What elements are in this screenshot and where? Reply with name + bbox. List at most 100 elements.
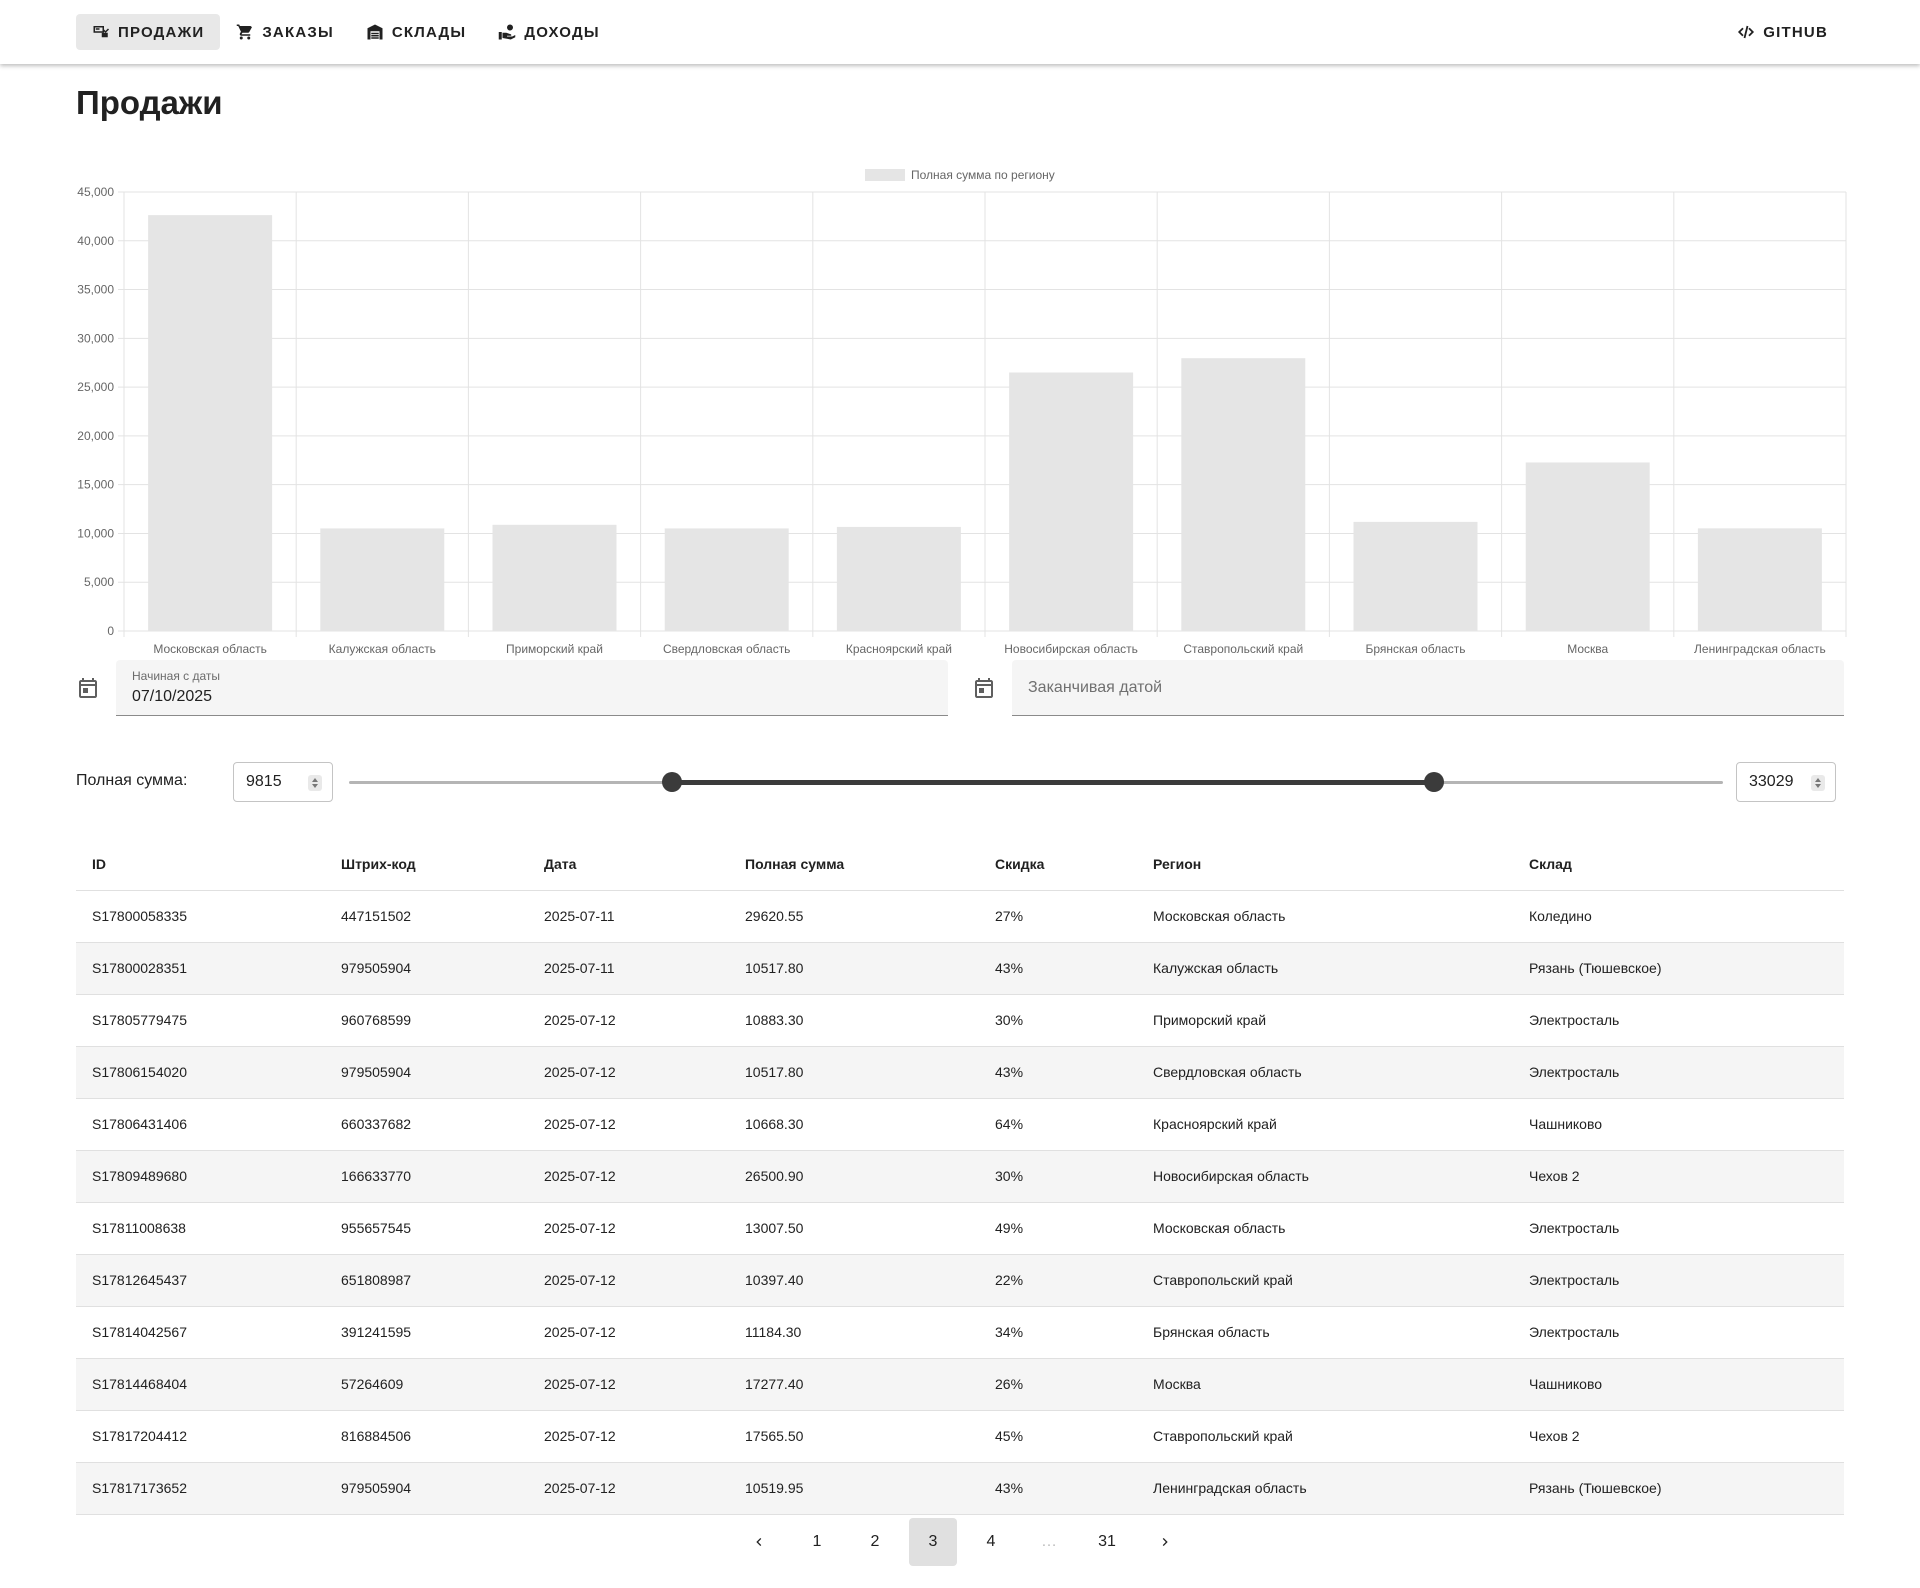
- page-button[interactable]: 2: [851, 1518, 899, 1566]
- cell-discount: 30%: [979, 1150, 1137, 1203]
- cell-discount: 27%: [979, 890, 1137, 943]
- date-filters: Начиная с даты 07/10/2025 Заканчивая дат…: [76, 660, 1844, 716]
- tab-warehouses[interactable]: Склады: [350, 14, 482, 50]
- legend-swatch[interactable]: [865, 169, 905, 181]
- y-tick-label: 35,000: [77, 283, 114, 297]
- table-row[interactable]: S17812645437 651808987 2025-07-12 10397.40 2…: [76, 1254, 1844, 1307]
- cell-barcode: 166633770: [325, 1150, 528, 1203]
- chart-bar[interactable]: [148, 215, 273, 631]
- chart-bar[interactable]: [1697, 528, 1822, 631]
- table-row[interactable]: S17814468404 57264609 2025-07-12 17277.40 26…: [76, 1358, 1844, 1411]
- chart-bar[interactable]: [1181, 358, 1306, 631]
- y-tick-label: 20,000: [77, 429, 114, 443]
- cell-region: Новосибирская область: [1137, 1150, 1513, 1203]
- chart-bar[interactable]: [320, 528, 445, 631]
- cell-discount: 30%: [979, 994, 1137, 1047]
- table-row[interactable]: S17800028351 979505904 2025-07-11 10517.80 4…: [76, 942, 1844, 995]
- table-row[interactable]: S17805779475 960768599 2025-07-12 10883.30 3…: [76, 994, 1844, 1047]
- end-date-field[interactable]: Заканчивая датой: [1012, 660, 1844, 716]
- table-row[interactable]: S17817173652 979505904 2025-07-12 10519.95 4…: [76, 1462, 1844, 1515]
- sum-max-value: 33029: [1749, 773, 1794, 790]
- page-button[interactable]: 4: [967, 1518, 1015, 1566]
- table-header-row: ID Штрих-код Дата Полная сумма Скидка Ре…: [76, 838, 1844, 891]
- start-date-value: 07/10/2025: [132, 688, 213, 705]
- col-warehouse[interactable]: Склад: [1513, 838, 1844, 891]
- chart-canvas: 0 5,000 10,000 15,000 20,000 25,000 30,000 35,0…: [77, 168, 1847, 656]
- col-region[interactable]: Регион: [1137, 838, 1513, 891]
- cell-date: 2025-07-12: [528, 1410, 729, 1463]
- x-tick-label: Москва: [1567, 642, 1608, 656]
- next-page-button[interactable]: [1141, 1518, 1189, 1566]
- cell-barcode: 391241595: [325, 1306, 528, 1359]
- sum-max-input[interactable]: 33029: [1736, 762, 1836, 802]
- sum-min-input[interactable]: 9815: [233, 762, 333, 802]
- x-tick-label: Ставропольский край: [1183, 642, 1303, 656]
- page-button[interactable]: 31: [1083, 1518, 1131, 1566]
- chevron-left-icon: [756, 1538, 762, 1546]
- tab-sales[interactable]: Продажи: [76, 14, 221, 50]
- legend-label[interactable]: Полная сумма по региону: [911, 168, 1055, 182]
- chart-bar[interactable]: [836, 526, 961, 631]
- cell-region: Московская область: [1137, 1202, 1513, 1255]
- tab-orders[interactable]: Заказы: [220, 14, 350, 50]
- chart-bar[interactable]: [664, 528, 789, 631]
- cell-discount: 34%: [979, 1306, 1137, 1359]
- x-tick-label: Свердловская область: [663, 642, 790, 656]
- cell-region: Приморский край: [1137, 994, 1513, 1047]
- col-barcode[interactable]: Штрих-код: [325, 838, 528, 891]
- calendar-icon[interactable]: [972, 676, 996, 700]
- income-icon: [499, 24, 516, 40]
- slider-thumb-max[interactable]: [1424, 772, 1445, 792]
- slider-thumb-min[interactable]: [661, 772, 682, 792]
- cell-region: Свердловская область: [1137, 1046, 1513, 1099]
- col-discount[interactable]: Скидка: [979, 838, 1137, 891]
- cell-discount: 43%: [979, 1046, 1137, 1099]
- table-row[interactable]: S17817204412 816884506 2025-07-12 17565.50 4…: [76, 1410, 1844, 1463]
- github-link[interactable]: GitHub: [1721, 14, 1844, 50]
- table-row[interactable]: S17806154020 979505904 2025-07-12 10517.80 4…: [76, 1046, 1844, 1099]
- cell-id: S17811008638: [76, 1202, 325, 1255]
- cell-date: 2025-07-12: [528, 994, 729, 1047]
- y-tick-label: 25,000: [77, 380, 114, 394]
- cell-total: 13007.50: [729, 1202, 979, 1255]
- calendar-icon[interactable]: [76, 676, 100, 700]
- cell-barcode: 447151502: [325, 890, 528, 943]
- col-date[interactable]: Дата: [528, 838, 729, 891]
- page-button[interactable]: 1: [793, 1518, 841, 1566]
- cell-region: Брянская область: [1137, 1306, 1513, 1359]
- start-date-field[interactable]: Начиная с даты 07/10/2025: [116, 660, 948, 716]
- prev-page-button[interactable]: [735, 1518, 783, 1566]
- page-button-current[interactable]: 3: [909, 1518, 957, 1566]
- chart-bar[interactable]: [1525, 462, 1650, 631]
- end-date-placeholder: Заканчивая датой: [1028, 679, 1163, 696]
- table-row[interactable]: S17811008638 955657545 2025-07-12 13007.50 4…: [76, 1202, 1844, 1255]
- cell-id: S17800058335: [76, 890, 325, 943]
- chart-bar[interactable]: [1353, 521, 1478, 631]
- table-row[interactable]: S17814042567 391241595 2025-07-12 11184.30 3…: [76, 1306, 1844, 1359]
- col-total[interactable]: Полная сумма: [729, 838, 979, 891]
- stepper-icon[interactable]: [308, 775, 322, 791]
- cell-discount: 49%: [979, 1202, 1137, 1255]
- sum-range-slider[interactable]: [349, 762, 1723, 802]
- cell-warehouse: Коледино: [1513, 890, 1844, 943]
- main-nav: Продажи Заказы Склады Доходы: [76, 14, 616, 50]
- cell-barcode: 955657545: [325, 1202, 528, 1255]
- cell-warehouse: Чехов 2: [1513, 1150, 1844, 1203]
- table-row[interactable]: S17800058335 447151502 2025-07-11 29620.55 2…: [76, 890, 1844, 943]
- table-row[interactable]: S17809489680 166633770 2025-07-12 26500.90 3…: [76, 1150, 1844, 1203]
- table-row[interactable]: S17806431406 660337682 2025-07-12 10668.30 6…: [76, 1098, 1844, 1151]
- cell-warehouse: Чехов 2: [1513, 1410, 1844, 1463]
- cell-id: S17812645437: [76, 1254, 325, 1307]
- y-tick-label: 45,000: [77, 185, 114, 199]
- tab-income[interactable]: Доходы: [482, 14, 615, 50]
- stepper-icon[interactable]: [1811, 775, 1825, 791]
- cell-id: S17806431406: [76, 1098, 325, 1151]
- cell-date: 2025-07-12: [528, 1254, 729, 1307]
- chart-bar[interactable]: [492, 524, 617, 631]
- cell-discount: 64%: [979, 1098, 1137, 1151]
- cell-date: 2025-07-12: [528, 1046, 729, 1099]
- col-id[interactable]: ID: [76, 838, 325, 891]
- chart-bar[interactable]: [1009, 372, 1134, 631]
- y-tick-label: 30,000: [77, 331, 114, 345]
- y-tick-label: 0: [107, 624, 114, 638]
